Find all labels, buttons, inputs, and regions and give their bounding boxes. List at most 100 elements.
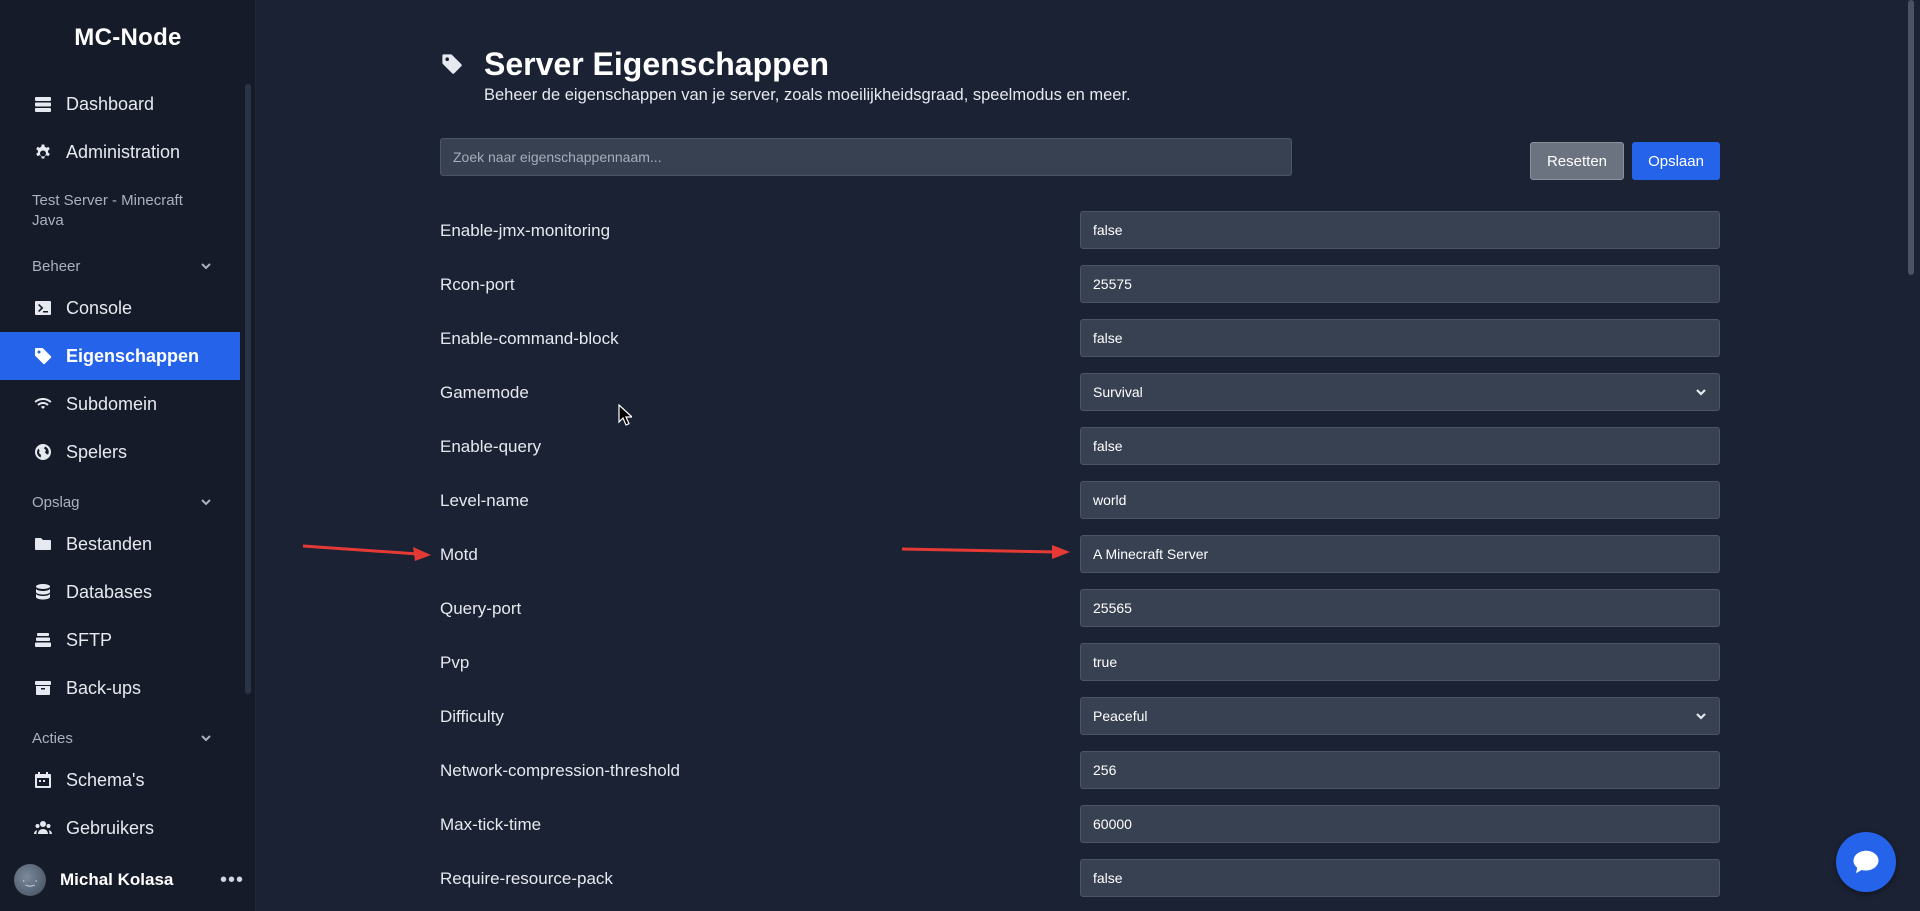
user-menu[interactable]: ·‿· Michal Kolasa ••• xyxy=(14,862,244,898)
wifi-icon xyxy=(32,393,54,415)
chevron-down-icon xyxy=(201,735,211,742)
property-label: Enable-command-block xyxy=(440,329,619,348)
property-value: 25565 xyxy=(1093,600,1132,616)
server-name: Test Server - Minecraft Java xyxy=(32,192,183,229)
sidebar-item-sftp[interactable]: SFTP xyxy=(0,616,240,664)
sidebar-item-label: Console xyxy=(66,297,133,318)
database-icon xyxy=(32,581,54,603)
chevron-down-icon xyxy=(1696,389,1706,396)
property-label: Level-name xyxy=(440,491,529,510)
property-label: Rcon-port xyxy=(440,275,515,294)
property-row: Difficulty Peaceful xyxy=(440,697,1720,737)
property-row: Max-tick-time 60000 xyxy=(440,805,1720,845)
sidebar-item-dashboard[interactable]: Dashboard xyxy=(0,80,240,128)
sidebar-item-bestanden[interactable]: Bestanden xyxy=(0,520,240,568)
property-label: Enable-query xyxy=(440,437,542,456)
property-label: Max-tick-time xyxy=(440,815,542,834)
sidebar-item-label: Administration xyxy=(66,141,181,162)
sidebar-item-console[interactable]: Console xyxy=(0,284,240,332)
annotation-arrow-left xyxy=(302,540,433,575)
mouse-cursor-icon xyxy=(618,404,632,426)
property-label: Motd xyxy=(440,545,478,564)
sidebar-item-label: Bestanden xyxy=(66,533,153,554)
sidebar-item-label: Back-ups xyxy=(66,677,142,698)
property-input[interactable]: false xyxy=(1080,211,1720,249)
sidebar-item-spelers[interactable]: Spelers xyxy=(0,428,240,476)
property-input[interactable]: false xyxy=(1080,427,1720,465)
avatar: ·‿· xyxy=(14,864,46,896)
property-row: Gamemode Survival xyxy=(440,373,1720,413)
save-button[interactable]: Opslaan xyxy=(1632,142,1720,180)
section-header-opslag[interactable]: Opslag xyxy=(32,490,212,514)
sidebar-item-gebruikers[interactable]: Gebruikers xyxy=(0,804,240,852)
brand-logo[interactable]: MC-Node xyxy=(0,24,256,52)
sidebar-item-databases[interactable]: Databases xyxy=(0,568,240,616)
section-title: Beheer xyxy=(32,257,81,275)
property-input[interactable]: 25575 xyxy=(1080,265,1720,303)
property-input[interactable]: 60000 xyxy=(1080,805,1720,843)
property-value: 60000 xyxy=(1093,816,1132,832)
search-input[interactable] xyxy=(440,138,1292,176)
sidebar-item-label: Gebruikers xyxy=(66,817,155,838)
property-row: Enable-command-block false xyxy=(440,319,1720,359)
property-value: A Minecraft Server xyxy=(1093,546,1209,562)
section-title: Opslag xyxy=(32,493,80,511)
property-label: Difficulty xyxy=(440,707,504,726)
property-value: false xyxy=(1093,330,1123,346)
section-title: Acties xyxy=(32,729,73,747)
archive-icon xyxy=(32,677,54,699)
main-scrollbar[interactable] xyxy=(1908,0,1914,275)
sidebar-item-schemas[interactable]: Schema's xyxy=(0,756,240,804)
gear-icon xyxy=(32,141,54,163)
more-options-icon[interactable]: ••• xyxy=(220,869,244,892)
property-row: Motd A Minecraft Server xyxy=(440,535,1720,575)
annotation-arrow-right xyxy=(901,543,1072,578)
sidebar-item-eigenschappen[interactable]: Eigenschappen xyxy=(0,332,240,380)
property-value: false xyxy=(1093,222,1123,238)
property-value: Survival xyxy=(1093,384,1143,400)
section-header-acties[interactable]: Acties xyxy=(32,726,212,750)
calendar-icon xyxy=(32,769,54,791)
sidebar-item-label: Dashboard xyxy=(66,93,155,114)
user-name: Michal Kolasa xyxy=(60,870,174,889)
property-row: Rcon-port 25575 xyxy=(440,265,1720,305)
property-select[interactable]: Survival xyxy=(1080,373,1720,411)
chevron-down-icon xyxy=(1696,713,1706,720)
server-stack-icon xyxy=(32,93,54,115)
section-header-beheer[interactable]: Beheer xyxy=(32,254,212,278)
sidebar-scrollbar[interactable] xyxy=(245,84,251,694)
property-input[interactable]: world xyxy=(1080,481,1720,519)
sidebar-item-label: Eigenschappen xyxy=(66,345,200,366)
property-select[interactable]: Peaceful xyxy=(1080,697,1720,735)
tag-icon xyxy=(32,345,54,367)
terminal-icon xyxy=(32,297,54,319)
chat-button[interactable] xyxy=(1836,832,1896,892)
sidebar-item-label: SFTP xyxy=(66,629,113,650)
tag-icon xyxy=(440,52,464,76)
chat-bubble-icon xyxy=(1853,850,1879,874)
property-label: Pvp xyxy=(440,653,470,672)
property-input[interactable]: true xyxy=(1080,643,1720,681)
folder-icon xyxy=(32,533,54,555)
property-row: Query-port 25565 xyxy=(440,589,1720,629)
property-label: Require-resource-pack xyxy=(440,869,613,888)
property-input[interactable]: 25565 xyxy=(1080,589,1720,627)
users-icon xyxy=(32,817,54,839)
sidebar-item-subdomein[interactable]: Subdomein xyxy=(0,380,240,428)
chevron-down-icon xyxy=(201,263,211,270)
property-input[interactable]: false xyxy=(1080,859,1720,897)
property-row: Pvp true xyxy=(440,643,1720,683)
chevron-down-icon xyxy=(201,499,211,506)
reset-button[interactable]: Resetten xyxy=(1530,142,1624,180)
property-input[interactable]: false xyxy=(1080,319,1720,357)
property-row: Enable-jmx-monitoring false xyxy=(440,211,1720,251)
sidebar-item-back-ups[interactable]: Back-ups xyxy=(0,664,240,712)
sidebar-item-label: Databases xyxy=(66,581,153,602)
sidebar-item-administration[interactable]: Administration xyxy=(0,128,240,176)
property-input[interactable]: 256 xyxy=(1080,751,1720,789)
property-row: Enable-query false xyxy=(440,427,1720,467)
property-input[interactable]: A Minecraft Server xyxy=(1080,535,1720,573)
sidebar-item-label: Subdomein xyxy=(66,393,158,414)
property-row: Level-name world xyxy=(440,481,1720,521)
globe-icon xyxy=(32,441,54,463)
